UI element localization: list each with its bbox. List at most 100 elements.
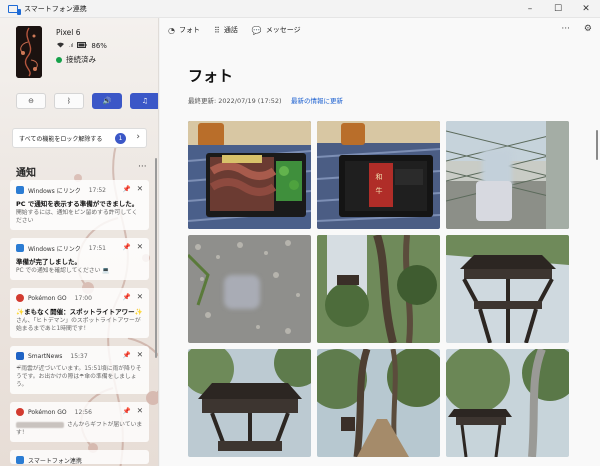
notifications-heading: 通知 [16,168,36,179]
smartnews-app-icon [16,352,24,360]
notification-app: スマートフォン連携 [28,457,82,465]
svg-text:牛: 牛 [376,186,383,195]
notification-app: SmartNews [28,352,63,360]
notification-body: さん、「ヒトデマン」のスポットライトアワーが始まるまであと1時間です！ [16,318,141,332]
media-button[interactable]: ♫ [130,93,158,109]
pin-icon[interactable]: 📌 [123,351,131,359]
sidebar: Pixel 6 .ıl 86% 接続済み ⊖ ᛒ 🔊 ♫ すべての機能をロック解… [0,18,159,466]
minimize-button[interactable]: – [516,0,544,18]
battery-level: 86% [91,41,107,50]
top-navigation: ◔ フォト ⠿ 通話 💬 メッセージ ··· ⚙ [160,18,600,42]
more-options-button[interactable]: ··· [561,24,570,34]
notification-app: Pokémon GO [28,294,67,302]
windows-link-app-icon [16,244,24,252]
svg-text:和: 和 [376,172,383,181]
notification-list: Windows にリンク 17:52 📌 ✕ PC で通知を表示する準備ができま… [10,180,149,466]
notification-item[interactable]: Windows にリンク 17:51 📌 ✕ 準備が完了しました。 PC での通… [10,238,149,280]
phone-wallpaper-thumbnail [16,26,42,78]
title-bar: スマートフォン連携 – ☐ ✕ [0,0,600,18]
volume-button[interactable]: 🔊 [92,93,122,109]
photo-thumbnail[interactable] [317,235,440,343]
maximize-button[interactable]: ☐ [544,0,572,18]
pokemon-go-app-icon [16,294,24,302]
photos-icon: ◔ [168,25,175,35]
notification-item[interactable]: Windows にリンク 17:52 📌 ✕ PC で通知を表示する準備ができま… [10,180,149,230]
close-icon[interactable]: ✕ [137,184,143,193]
phone-link-app-icon [16,456,24,464]
dnd-button[interactable]: ⊖ [16,93,46,109]
unlock-all-features-bar[interactable]: すべての機能をロック解除する 1 › [12,128,147,148]
photo-thumbnail[interactable] [188,121,311,229]
notification-app: Pokémon GO [28,408,67,416]
blurred-sender-name [16,421,64,428]
bluetooth-icon: ᛒ [66,97,72,105]
photo-thumbnail[interactable] [317,349,440,457]
notification-time: 17:51 [88,244,106,252]
notification-title: 準備が完了しました。 [16,258,81,266]
photo-grid: 和 牛 [188,121,572,457]
page-title: フォト [188,67,234,85]
tab-photos[interactable]: ◔ フォト [168,25,200,35]
speaker-icon: 🔊 [102,97,112,105]
tab-messages[interactable]: 💬 メッセージ [252,25,301,35]
window-title: スマートフォン連携 [24,4,87,13]
notification-time: 17:00 [74,294,92,302]
device-status: .ıl 86% [56,41,107,50]
main-content: ◔ フォト ⠿ 通話 💬 メッセージ ··· ⚙ フォト 最終更新: 2022/… [160,18,600,466]
photo-thumbnail[interactable] [446,235,569,343]
photo-thumbnail[interactable]: 和 牛 [317,121,440,229]
notifications-more-button[interactable]: ··· [138,162,147,172]
notification-title: ✨まもなく開催：スポットライトアワー✨ [16,308,143,316]
photo-thumbnail[interactable] [446,121,569,229]
photo-thumbnail[interactable] [446,349,569,457]
windows-link-app-icon [16,186,24,194]
close-icon[interactable]: ✕ [137,242,143,251]
battery-icon [77,41,87,50]
connection-status: 接続済み [56,54,96,65]
notification-app: Windows にリンク [28,245,81,253]
notification-body: PC での通知を確認してください 💻 [16,268,110,274]
last-updated: 最終更新: 2022/07/19 (17:52) [188,97,282,105]
notification-app: Windows にリンク [28,187,81,195]
close-button[interactable]: ✕ [572,0,600,18]
settings-icon[interactable]: ⚙ [584,24,592,34]
refresh-link[interactable]: 最新の情報に更新 [291,95,343,105]
message-icon: 💬 [251,25,262,35]
notification-item[interactable]: SmartNews 15:37 📌 ✕ ☔雨雲が近づいています。15:51頃に雨… [10,346,149,394]
close-icon[interactable]: ✕ [137,292,143,301]
notification-item[interactable]: スマートフォン連携 [10,450,149,465]
unlock-label: すべての機能をロック解除する [19,135,103,143]
tab-calls-label: 通話 [223,26,238,34]
main-scrollbar[interactable] [596,130,598,160]
quick-actions: ⊖ ᛒ 🔊 ♫ [16,93,158,109]
music-icon: ♫ [141,97,149,105]
notification-time: 17:52 [88,186,106,194]
unlock-count-badge: 1 [115,133,126,144]
close-icon[interactable]: ✕ [137,350,143,359]
photo-thumbnail[interactable] [188,235,311,343]
tab-photos-label: フォト [178,26,200,34]
top-right-actions: ··· ⚙ [561,24,592,34]
photo-thumbnail[interactable] [188,349,311,457]
connection-label: 接続済み [66,55,96,64]
tab-calls[interactable]: ⠿ 通話 [214,25,238,35]
connected-dot-icon [56,56,62,63]
signal-icon: .ıl [69,42,74,49]
bluetooth-button[interactable]: ᛒ [54,93,84,109]
wifi-icon [56,41,65,50]
pin-icon[interactable]: 📌 [123,243,131,251]
notification-time: 15:37 [70,352,88,360]
notification-item[interactable]: Pokémon GO 17:00 📌 ✕ ✨まもなく開催：スポットライトアワー✨… [10,288,149,338]
notification-item[interactable]: Pokémon GO 12:56 📌 ✕ さんからギフトが届いています！ [10,402,149,442]
notification-body: ☔雨雲が近づいています。15:51頃に雨が降りそうです。お出かけの際は☂傘の準備… [16,366,142,388]
sidebar-scrollbar[interactable] [155,158,157,358]
tab-messages-label: メッセージ [265,26,301,34]
pin-icon[interactable]: 📌 [123,293,131,301]
pin-icon[interactable]: 📌 [123,407,131,415]
pin-icon[interactable]: 📌 [123,185,131,193]
notification-title: PC で通知を表示する準備ができました。 [16,200,139,208]
dialpad-icon: ⠿ [213,25,220,35]
close-icon[interactable]: ✕ [137,406,143,415]
notification-time: 12:56 [74,408,92,416]
window-controls: – ☐ ✕ [516,0,600,18]
